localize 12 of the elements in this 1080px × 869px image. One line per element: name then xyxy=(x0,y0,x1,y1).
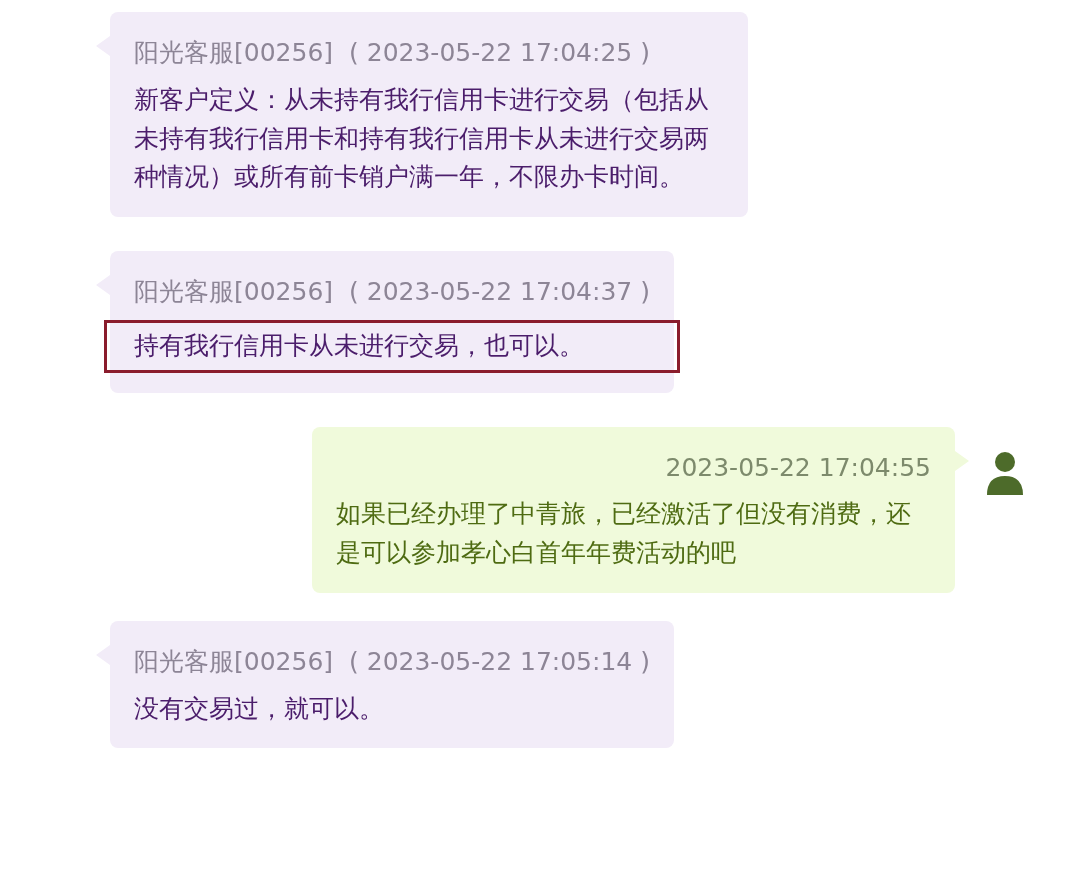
sender-name: 阳光客服[00256] xyxy=(134,38,334,67)
message-text: 持有我行信用卡从未进行交易，也可以。 xyxy=(104,319,680,373)
sender-name: 阳光客服[00256] xyxy=(134,277,334,306)
message-text: 没有交易过，就可以。 xyxy=(134,692,385,725)
sender-name: 阳光客服[00256] xyxy=(134,646,334,676)
message-time: ( 2023-05-22 17:05:14 ) xyxy=(349,646,650,676)
message-time: 2023-05-22 17:04:55 xyxy=(664,451,931,484)
message-text: 新客户定义：从未持有我行信用卡进行交易（包括从未持有我行信用卡和持有我行信用卡从未进行交易两种情况）或所有前卡销户满一年，不限办卡时间。 xyxy=(134,83,710,194)
message-time: ( 2023-05-22 17:04:25 ) xyxy=(349,38,650,67)
message-text: 如果已经办理了中青旅，已经激活了但没有消费，还是可以参加孝心白首年年费活动的吧 xyxy=(336,498,912,569)
user-icon xyxy=(985,450,1025,495)
message-time: ( 2023-05-22 17:04:37 ) xyxy=(349,277,650,306)
